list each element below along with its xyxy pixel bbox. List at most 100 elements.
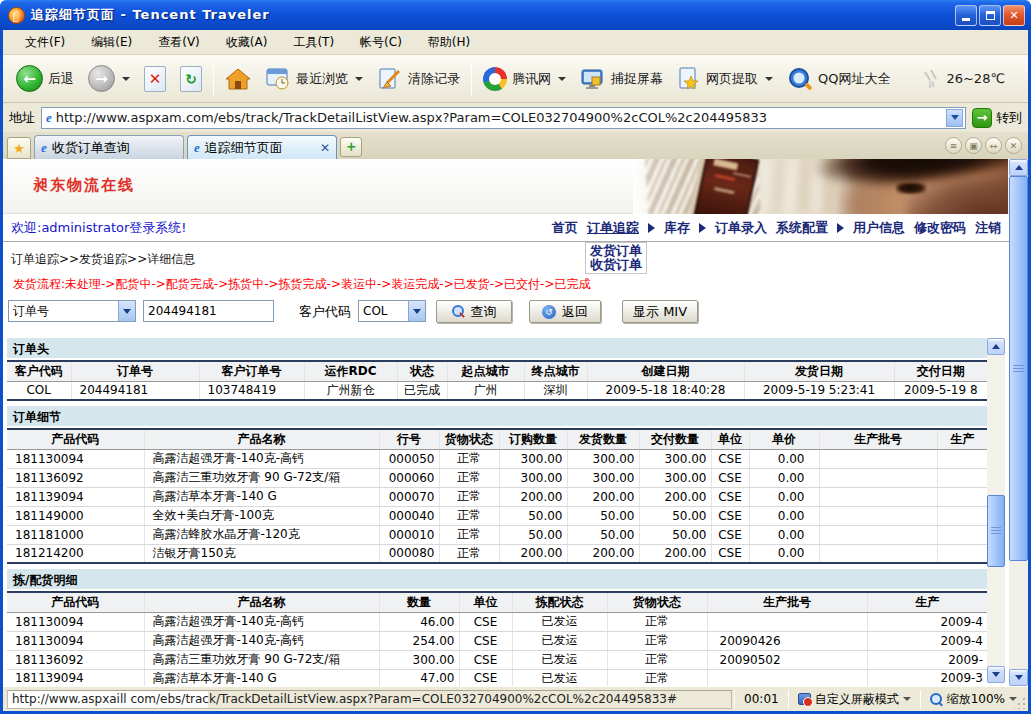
menu-help[interactable]: 帮助(H): [416, 31, 482, 54]
order-number-input[interactable]: 204494181: [143, 300, 274, 322]
order-type-select[interactable]: 订单号: [8, 300, 136, 322]
table-row: 181130094高露洁超强牙膏-140克-高钙254.00CSE已发运正常20…: [7, 631, 987, 650]
scroll-track[interactable]: [987, 355, 1005, 666]
tab-arrange-button[interactable]: ↔: [985, 137, 1002, 154]
refresh-button[interactable]: ↻: [173, 63, 209, 95]
browser-viewport: 昶东物流在线 欢迎:administrator登录系统! 首页 订单追踪: [3, 159, 1028, 686]
table-cell: 47.00: [379, 669, 459, 686]
tab-receive-order-query[interactable]: e 收货订单查询: [34, 135, 184, 159]
customer-code-select[interactable]: COL: [358, 300, 426, 322]
scroll-thumb[interactable]: [987, 495, 1005, 567]
zoom-control[interactable]: 缩放100%: [923, 690, 1024, 709]
resize-grip[interactable]: [1014, 696, 1027, 709]
query-button[interactable]: 查询: [436, 300, 512, 323]
table-cell: 2009-3: [867, 669, 987, 686]
menu-favorites[interactable]: 收藏(A): [214, 31, 280, 54]
table-cell: CSE: [711, 487, 749, 506]
scroll-down-button[interactable]: [987, 666, 1005, 683]
star-icon: ★: [13, 141, 25, 156]
weather-widget[interactable]: 26~28℃: [914, 65, 1012, 93]
table-row: 181139094高露洁草本牙膏-140 G000070正常200.00200.…: [7, 487, 987, 506]
browser-window: 追踪细节页面 - Tencent Traveler ✕ 文件(F) 编辑(E) …: [0, 0, 1031, 714]
scroll-down-button[interactable]: [1009, 669, 1028, 686]
ie-tab-icon: e: [41, 140, 47, 156]
new-tab-button[interactable]: ＋: [340, 137, 362, 157]
column-header: 交付日期: [894, 361, 987, 381]
column-header: 终点城市: [524, 361, 587, 381]
column-header: 状态: [397, 361, 447, 381]
nav-order-track[interactable]: 订单追踪: [587, 219, 639, 237]
address-input[interactable]: e http://www.aspxam.com/ebs/track/TrackD…: [41, 107, 966, 129]
table-cell: 50.00: [639, 506, 711, 525]
tab-restore-button[interactable]: ▣: [965, 137, 982, 154]
column-header: 生产批号: [707, 592, 867, 612]
table-cell: 0.00: [749, 449, 819, 468]
nav-ship-order[interactable]: 发货订单: [590, 244, 642, 258]
maximize-button[interactable]: [979, 5, 1001, 26]
nav-logout[interactable]: 注销: [975, 219, 1001, 237]
page-extract-button[interactable]: 网页提取: [670, 64, 780, 94]
home-button[interactable]: [218, 64, 258, 94]
tab-close-all-button[interactable]: ✕: [1005, 137, 1022, 154]
column-header: 发货数量: [567, 429, 639, 449]
qq-site-button[interactable]: 腾讯网: [476, 64, 573, 94]
table-row: 181130094高露洁超强牙膏-140克-高钙000050正常300.0030…: [7, 449, 987, 468]
nav-change-password[interactable]: 修改密码: [914, 219, 966, 237]
table-cell: 181136092: [7, 650, 144, 669]
browser-scrollbar[interactable]: [1009, 159, 1028, 686]
close-button[interactable]: ✕: [1003, 5, 1025, 26]
select-arrow-icon[interactable]: [408, 301, 425, 321]
minimize-button[interactable]: [955, 5, 977, 26]
show-miv-button[interactable]: 显示 MIV: [622, 300, 698, 323]
table-cell: 高露洁草本牙膏-140 G: [144, 487, 379, 506]
menu-view[interactable]: 查看(V): [146, 31, 212, 54]
stop-button[interactable]: ✕: [137, 63, 173, 95]
clear-history-button[interactable]: 清除记录: [370, 64, 467, 94]
block-mode-control[interactable]: 自定义屏蔽模式: [791, 690, 918, 709]
address-dropdown-button[interactable]: [946, 109, 963, 127]
qq-nav-button[interactable]: QQ网址大全: [780, 63, 897, 95]
column-header: 单位: [459, 592, 512, 612]
select-arrow-icon[interactable]: [118, 301, 135, 321]
tab-list-button[interactable]: ≡: [945, 137, 962, 154]
scroll-track[interactable]: [1009, 176, 1028, 669]
scroll-thumb[interactable]: [1009, 176, 1028, 561]
menu-account[interactable]: 帐号(C): [348, 31, 414, 54]
table-cell: 181139094: [7, 487, 144, 506]
title-bar: 追踪细节页面 - Tencent Traveler ✕: [0, 0, 1031, 30]
nav-user-info[interactable]: 用户信息: [853, 219, 905, 237]
nav-home[interactable]: 首页: [552, 219, 578, 237]
return-button[interactable]: ↺返回: [529, 300, 601, 323]
table-cell: 300.00: [639, 468, 711, 487]
tab-label: 收货订单查询: [52, 139, 130, 157]
table-cell: 2009-4: [867, 612, 987, 631]
page-scrollbar[interactable]: [987, 338, 1005, 683]
tab-track-detail[interactable]: e 追踪细节页面 ✕: [187, 135, 337, 159]
favorites-button[interactable]: ★: [7, 137, 31, 159]
menu-file[interactable]: 文件(F): [13, 31, 77, 54]
table-cell: 46.00: [379, 612, 459, 631]
nav-inventory[interactable]: 库存: [664, 219, 690, 237]
table-cell: CSE: [459, 612, 512, 631]
table-cell: 20090426: [707, 631, 867, 650]
nav-system-config[interactable]: 系统配置: [776, 219, 828, 237]
menu-edit[interactable]: 编辑(E): [79, 31, 144, 54]
recent-button[interactable]: 最近浏览: [258, 64, 370, 94]
table-cell: 正常: [439, 544, 499, 563]
scroll-up-button[interactable]: [987, 338, 1005, 355]
table-cell: 000050: [379, 449, 439, 468]
nav-receive-order[interactable]: 收货订单: [590, 258, 642, 272]
capture-screen-button[interactable]: 捕捉屏幕: [573, 64, 670, 94]
nav-order-entry[interactable]: 订单录入: [715, 219, 767, 237]
forward-button[interactable]: →: [81, 62, 137, 95]
back-button[interactable]: ←后退: [9, 62, 81, 95]
table-cell: 50.00: [567, 506, 639, 525]
table-cell: 200.00: [499, 487, 567, 506]
table-row: 181214200洁银牙膏150克000080正常200.00200.00200…: [7, 544, 987, 563]
go-button[interactable]: → 转到: [972, 108, 1022, 128]
section-order-head: 订单头: [7, 338, 987, 358]
scroll-up-button[interactable]: [1009, 159, 1028, 176]
address-url[interactable]: http://www.aspxam.com/ebs/track/TrackDet…: [56, 110, 946, 125]
menu-tools[interactable]: 工具(T): [281, 31, 346, 54]
tab-close-icon[interactable]: ✕: [320, 141, 330, 155]
